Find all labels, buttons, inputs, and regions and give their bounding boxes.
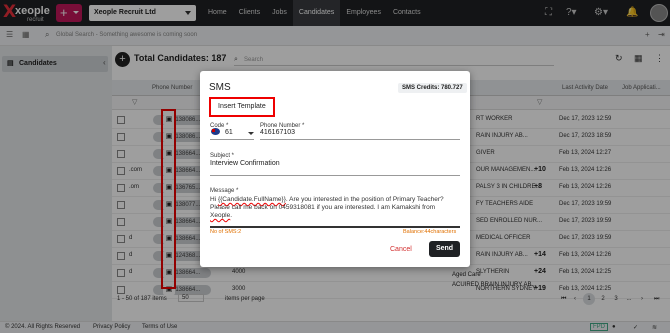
subject-field[interactable]: Interview Confirmation	[210, 160, 280, 167]
message-brand: Xeople	[210, 212, 231, 219]
sms-count: No of SMS:2	[210, 229, 242, 235]
divider	[210, 139, 254, 140]
flag-icon	[211, 128, 220, 135]
subject-label: Subject *	[210, 153, 235, 159]
insert-template-button[interactable]: Insert Template	[209, 97, 275, 117]
divider	[210, 226, 460, 228]
send-button[interactable]: Send	[429, 241, 460, 257]
cancel-button[interactable]: Cancel	[390, 246, 412, 253]
message-text: Hi	[210, 196, 218, 203]
message-label: Message *	[210, 188, 239, 194]
message-text: .	[230, 212, 233, 219]
country-code-select[interactable]: 61	[225, 129, 233, 136]
sms-modal: SMS SMS Credits: 780.727 Insert Template…	[200, 71, 470, 267]
message-field[interactable]: Hi {{Candidate.FullName}}. Are you inter…	[210, 196, 458, 220]
chevron-down-icon[interactable]	[248, 132, 254, 135]
divider	[210, 175, 460, 176]
character-balance: Balance:44characters	[403, 229, 457, 235]
phone-number-field[interactable]: 416167103	[260, 129, 295, 136]
divider	[260, 139, 460, 140]
message-token: {{Candidate.FullName}}	[217, 196, 286, 203]
modal-title: SMS	[209, 82, 231, 93]
sms-credits-badge: SMS Credits: 780.727	[398, 83, 467, 93]
